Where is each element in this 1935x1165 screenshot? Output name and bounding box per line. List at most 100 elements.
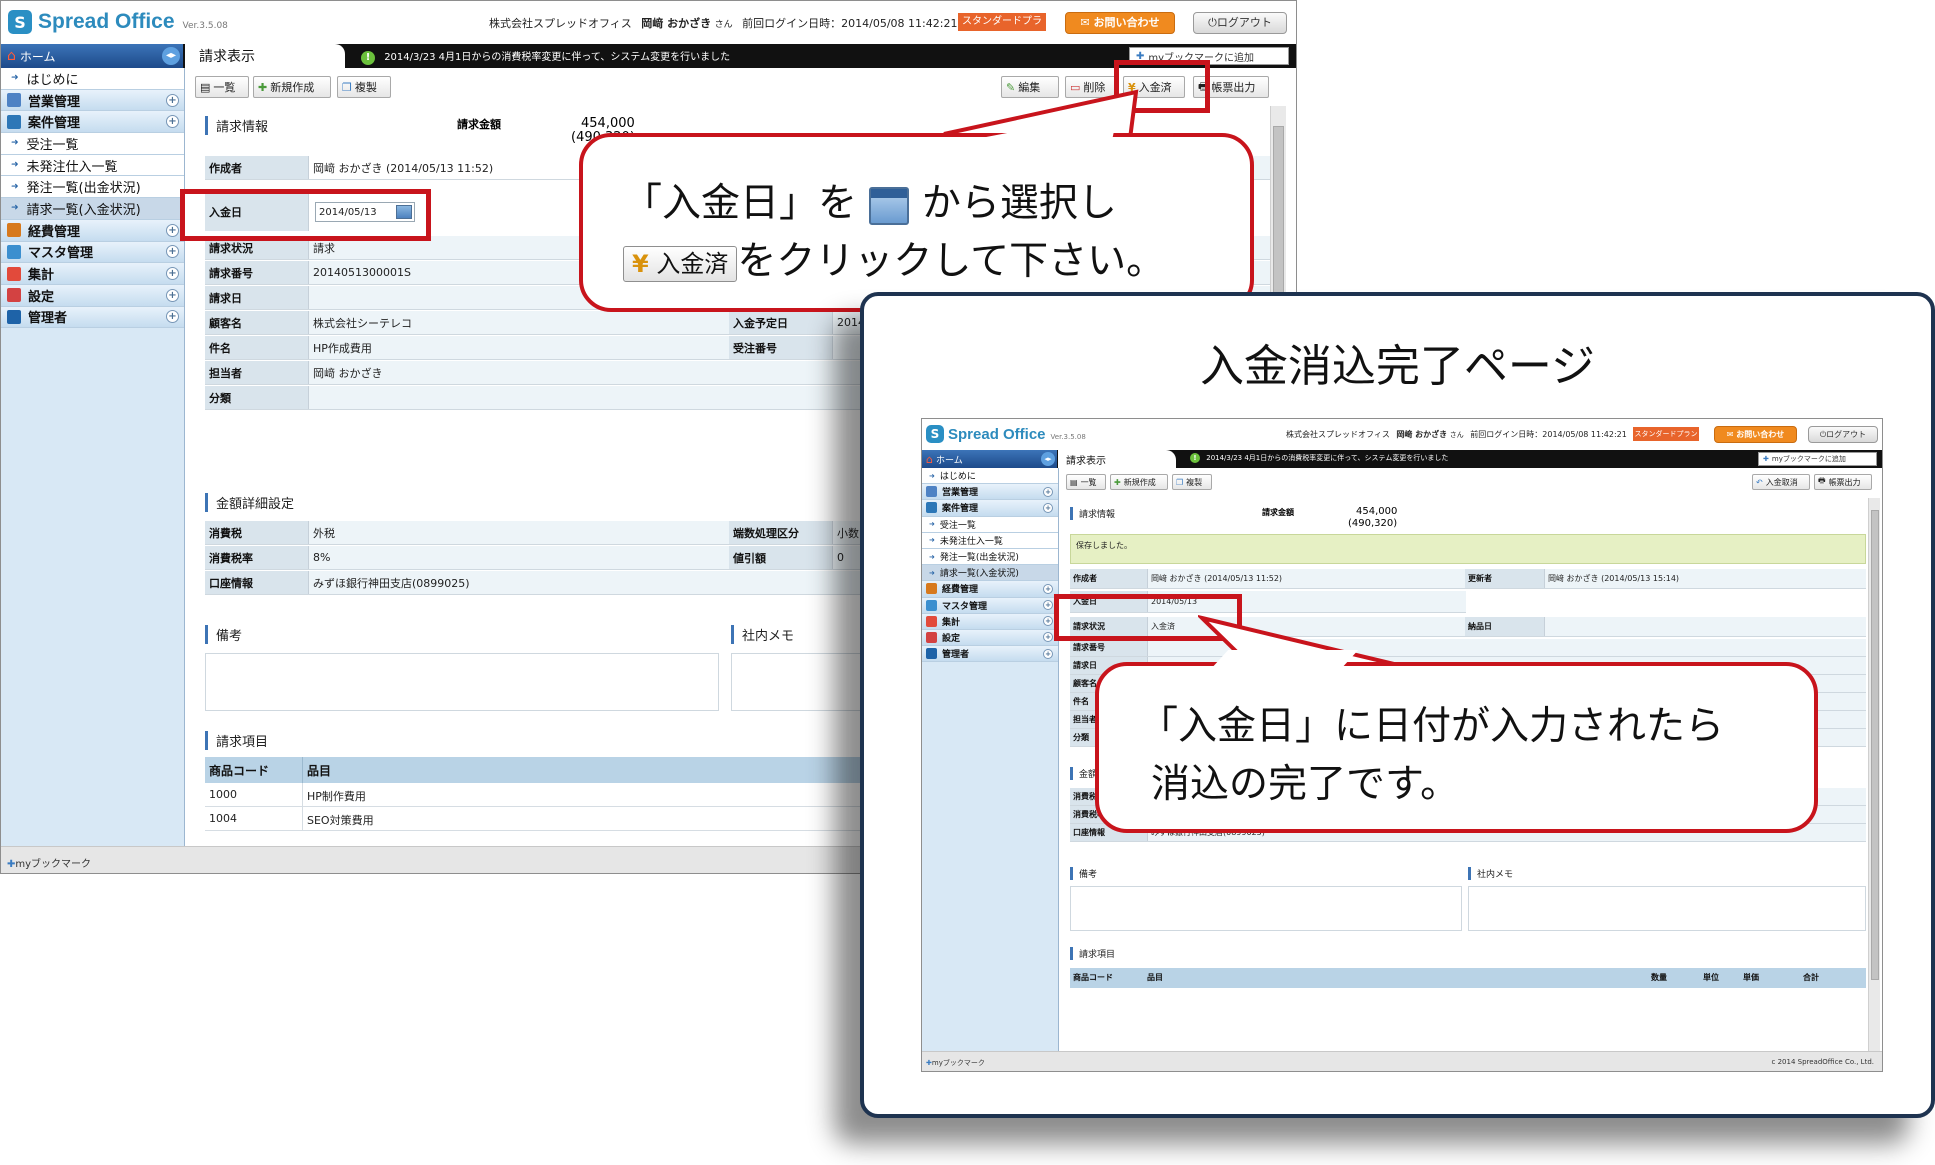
cancel-paid-button[interactable]: ↶ 入金取消 [1752, 474, 1810, 490]
sidebar-item-1[interactable]: 営業管理 + [922, 484, 1058, 501]
print-icon: 🖶 [1818, 476, 1826, 485]
notes-box[interactable] [205, 653, 719, 711]
sidebar: ➜ はじめに 営業管理 + 案件管理 + ➜ 受注一覧 ➜ 未発注仕入一覧 ➜ 発注一覧(出金状況) ➜… [1, 68, 185, 846]
sidebar-item-11[interactable]: 管理者 + [1, 306, 184, 329]
expand-plus-icon[interactable]: + [1043, 583, 1053, 594]
sidebar-item-7[interactable]: 経費管理 + [922, 581, 1058, 598]
sidebar-item-10[interactable]: 設定 + [1, 284, 184, 307]
last-login: 前回ログイン日時：2014/05/08 11:42:21 [742, 17, 958, 30]
notes-box-2[interactable] [1070, 886, 1462, 931]
info-icon: ! [361, 51, 375, 65]
footer-bookmark[interactable]: myブックマーク [15, 859, 91, 870]
delivery-value [1545, 617, 1866, 636]
home-tab-2[interactable]: ⌂ ホーム ◂▸ [922, 450, 1057, 468]
expand-plus-icon[interactable]: + [1043, 616, 1053, 627]
expand-plus-icon[interactable]: + [166, 223, 179, 237]
contact-button[interactable]: ✉ お問い合わせ [1065, 12, 1175, 34]
sidebar-item-7[interactable]: 経費管理 + [1, 219, 184, 242]
expand-plus-icon[interactable]: + [1043, 486, 1053, 497]
app-logo[interactable]: S Spread Office Ver.3.5.08 [8, 10, 228, 34]
sidebar-item-5[interactable]: ➜ 発注一覧(出金状況) [1, 176, 184, 199]
add-bookmark-button-2[interactable]: ✚ myブックマークに追加 [1758, 452, 1877, 466]
expand-plus-icon[interactable]: + [166, 115, 179, 129]
footer-bookmark-2[interactable]: myブックマーク [932, 1059, 985, 1067]
col-qty: 数量 [1651, 973, 1667, 982]
new-button-2[interactable]: ✚ 新規作成 [1110, 474, 1168, 490]
collapse-sidebar-icon[interactable]: ◂▸ [1041, 452, 1055, 466]
new-icon: ✚ [258, 80, 268, 94]
sidebar-item-8[interactable]: マスタ管理 + [922, 597, 1058, 614]
sidebar-item-1[interactable]: 営業管理 + [1, 89, 184, 112]
sidebar-item-4[interactable]: ➜ 未発注仕入一覧 [922, 532, 1058, 549]
expand-plus-icon[interactable]: + [1043, 502, 1053, 513]
expand-plus-icon[interactable]: + [166, 310, 179, 324]
expand-plus-icon[interactable]: + [1043, 632, 1053, 643]
new-label: 新規作成 [270, 81, 315, 94]
contact-button-2[interactable]: ✉ お問い合わせ [1714, 426, 1797, 443]
new-button[interactable]: ✚ 新規作成 [253, 76, 331, 98]
list-button-2[interactable]: ▤ 一覧 [1066, 474, 1106, 490]
undo-icon: ↶ [1756, 477, 1763, 487]
sidebar-item-3[interactable]: ➜ 受注一覧 [922, 516, 1058, 533]
sidebar-item-0[interactable]: ➜ はじめに [922, 468, 1058, 485]
expand-plus-icon[interactable]: + [166, 245, 179, 259]
print-button-2[interactable]: 🖶 帳票出力 [1814, 474, 1872, 490]
sidebar-item-0[interactable]: ➜ はじめに [1, 68, 184, 90]
home-tab[interactable]: ⌂ ホーム ◂▸ [1, 44, 183, 68]
sidebar-item-10[interactable]: 設定 + [922, 629, 1058, 647]
sidebar-item-2[interactable]: 案件管理 + [1, 111, 184, 134]
callout-1-line2: ¥ 入金済 をクリックして下さい。 [623, 233, 1250, 291]
last-login-2: 前回ログイン日時：2014/05/08 11:42:21 [1470, 430, 1627, 439]
menu-category-icon [926, 599, 937, 611]
list-label: 一覧 [213, 81, 236, 94]
tab-invoice-view[interactable]: 請求表示 [185, 44, 345, 68]
memo-box-2[interactable] [1468, 886, 1866, 931]
sidebar-item-8[interactable]: マスタ管理 + [1, 241, 184, 264]
sidebar-item-5[interactable]: ➜ 発注一覧(出金状況) [922, 548, 1058, 566]
expand-plus-icon[interactable]: + [1043, 600, 1053, 611]
row-creator: 作成者 岡﨑 おかざき (2014/05/13 11:52) 更新者 岡﨑 おか… [1070, 569, 1866, 589]
sidebar-item-9[interactable]: 集計 + [922, 613, 1058, 630]
expand-plus-icon[interactable]: + [166, 93, 179, 107]
expand-plus-icon[interactable]: + [166, 288, 179, 302]
bookmark-icon: ✚ [1763, 455, 1769, 463]
tab-invoice-view-2[interactable]: 請求表示 [1058, 450, 1176, 468]
item-code: 1000 [205, 783, 303, 806]
list-button[interactable]: ▤ 一覧 [195, 76, 249, 98]
spreadoffice-logo-icon: S [8, 10, 32, 34]
sidebar-item-label: 案件管理 [942, 504, 979, 515]
logout-button[interactable]: ⏻ログアウト [1193, 12, 1287, 34]
menu-category-icon [7, 309, 21, 324]
spreadoffice-logo-icon: S [926, 425, 944, 443]
sidebar-item-4[interactable]: ➜ 未発注仕入一覧 [1, 154, 184, 177]
plan-badge: スタンダードプラン [958, 13, 1046, 45]
field-label: 担当者 [205, 361, 309, 384]
collapse-sidebar-icon[interactable]: ◂▸ [162, 47, 180, 65]
sidebar-item-label: はじめに [26, 72, 79, 88]
scrollbar-2[interactable] [1868, 498, 1880, 1051]
power-icon: ⏻ [1208, 16, 1217, 29]
sidebar-item-6[interactable]: ➜ 請求一覧(入金状況) [922, 565, 1058, 582]
sidebar-item-label: 発注一覧(出金状況) [939, 553, 1019, 564]
expand-plus-icon[interactable]: + [166, 267, 179, 281]
copy-button[interactable]: ❐ 複製 [337, 76, 391, 98]
cancel-paid-label: 入金取消 [1765, 477, 1798, 487]
print-label-2: 帳票出力 [1828, 477, 1861, 487]
field-label-right: 端数処理区分 [729, 521, 833, 544]
app-logo-2[interactable]: S Spread Office Ver.3.5.08 [926, 425, 1086, 443]
app-header-2: S Spread Office Ver.3.5.08 株式会社スプレッドオフィス… [922, 419, 1882, 450]
callout-2-pointer-cover [1210, 650, 1359, 670]
copy-button-2[interactable]: ❐ 複製 [1172, 474, 1212, 490]
sidebar-item-9[interactable]: 集計 + [1, 263, 184, 285]
sidebar-item-6[interactable]: ➜ 請求一覧(入金状況) [1, 198, 184, 220]
arrow-icon: ➜ [11, 138, 19, 149]
sidebar-item-2[interactable]: 案件管理 + [922, 500, 1058, 517]
expand-plus-icon[interactable]: + [1043, 648, 1053, 659]
logout-button-2[interactable]: ⏻ログアウト [1808, 426, 1878, 443]
callout-2: 「入金日」に日付が入力されたら 消込の完了です。 [1095, 662, 1818, 833]
sidebar-item-3[interactable]: ➜ 受注一覧 [1, 133, 184, 155]
menu-category-icon [7, 288, 21, 303]
sidebar-item-11[interactable]: 管理者 + [922, 646, 1058, 663]
scroll-thumb-2[interactable] [1871, 510, 1879, 980]
delivery-label: 納品日 [1465, 617, 1545, 636]
